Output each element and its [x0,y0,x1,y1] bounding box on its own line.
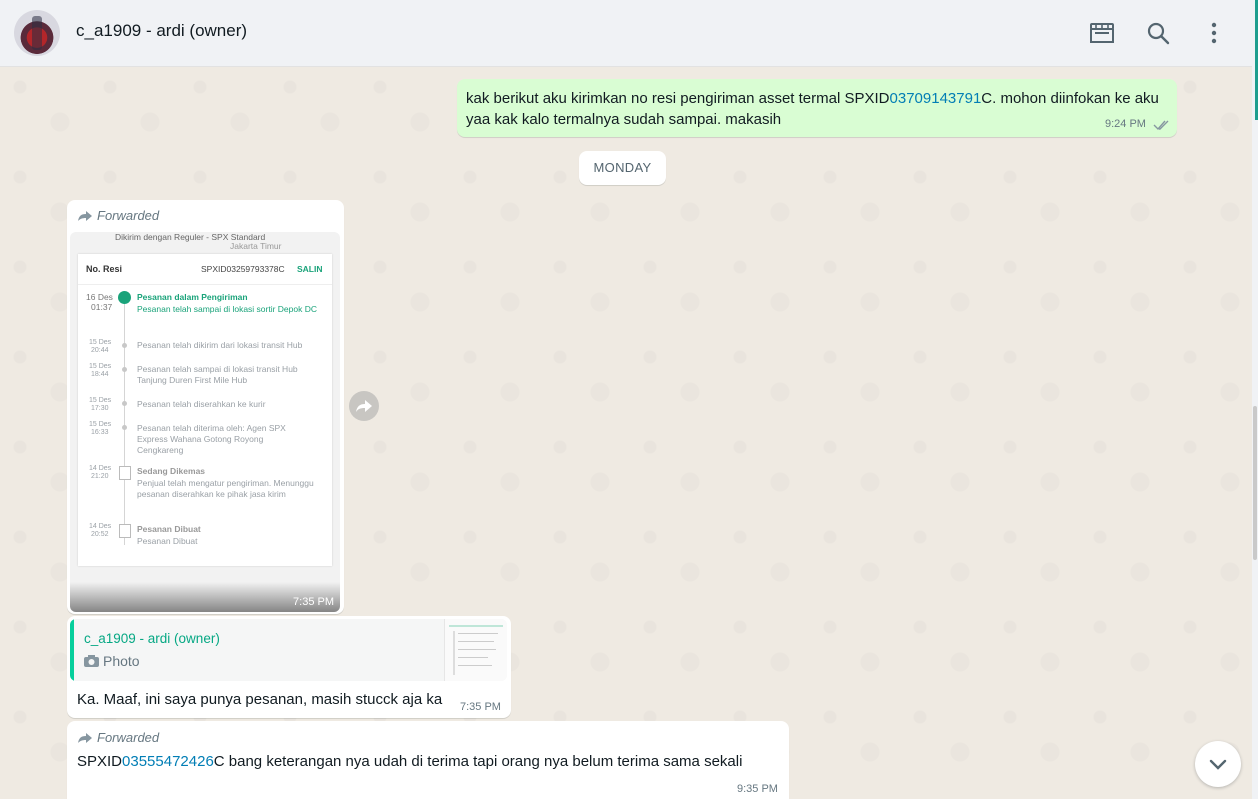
contact-name[interactable]: c_a1909 - ardi (owner) [76,21,247,41]
outgoing-message[interactable]: kak berikut aku kirimkan no resi pengiri… [457,79,1177,137]
chat-header: c_a1909 - ardi (owner) [0,0,1258,67]
photo-resi-value: SPXID03259793378C [201,264,285,274]
message-text: kak berikut aku kirimkan no resi pengiri… [466,90,1159,128]
camera-icon [84,655,99,667]
tracking-link[interactable]: 03709143791 [890,90,982,107]
double-check-icon [1153,120,1169,131]
packing-icon [119,466,131,480]
scrollbar-thumb[interactable] [1253,406,1257,560]
photo-time: 7:35 PM [293,596,334,608]
shipment-screenshot-image[interactable]: Dikirim dengan Reguler - SPX Standard Ja… [70,232,340,612]
forwarded-label-2: Forwarded [77,730,159,745]
day-divider: MONDAY [579,151,666,185]
delivery-status-icon [118,291,131,304]
order-created-icon [119,524,131,538]
photo-resi-label: No. Resi [86,264,123,274]
quoted-sender: c_a1909 - ardi (owner) [84,631,220,646]
shop-icon[interactable] [1087,18,1117,48]
chevron-down-icon [1209,759,1227,770]
reply-time: 7:35 PM [460,701,501,713]
quoted-type: Photo [84,653,140,669]
photo-card: No. Resi SPXID03259793378C SALIN 16 Des … [78,254,332,566]
quoted-thumbnail [444,619,507,681]
forward-arrow-icon [356,400,372,412]
photo-header-line2: Jakarta Timur [230,241,282,251]
tracking-link-2[interactable]: 03555472426 [122,753,214,770]
forwarded-label: Forwarded [77,208,159,223]
message-list[interactable]: kak berikut aku kirimkan no resi pengiri… [0,67,1252,799]
scrollbar[interactable] [1252,0,1258,799]
quoted-message[interactable]: c_a1909 - ardi (owner) Photo [70,619,507,681]
forward-icon [78,211,92,221]
forwarded-text: SPXID03555472426C bang keterangan nya ud… [77,753,743,770]
reply-text: Ka. Maaf, ini saya punya pesanan, masih … [77,691,443,708]
search-icon[interactable] [1143,18,1173,48]
message-time: 9:24 PM [1105,118,1146,130]
contact-avatar[interactable] [14,10,60,56]
scroll-to-bottom-button[interactable] [1195,741,1241,787]
menu-icon[interactable] [1199,18,1229,48]
photo-copy-label: SALIN [297,264,323,274]
forward-button[interactable] [349,391,379,421]
forwarded-text-time: 9:35 PM [737,783,778,795]
forward-icon [78,733,92,743]
